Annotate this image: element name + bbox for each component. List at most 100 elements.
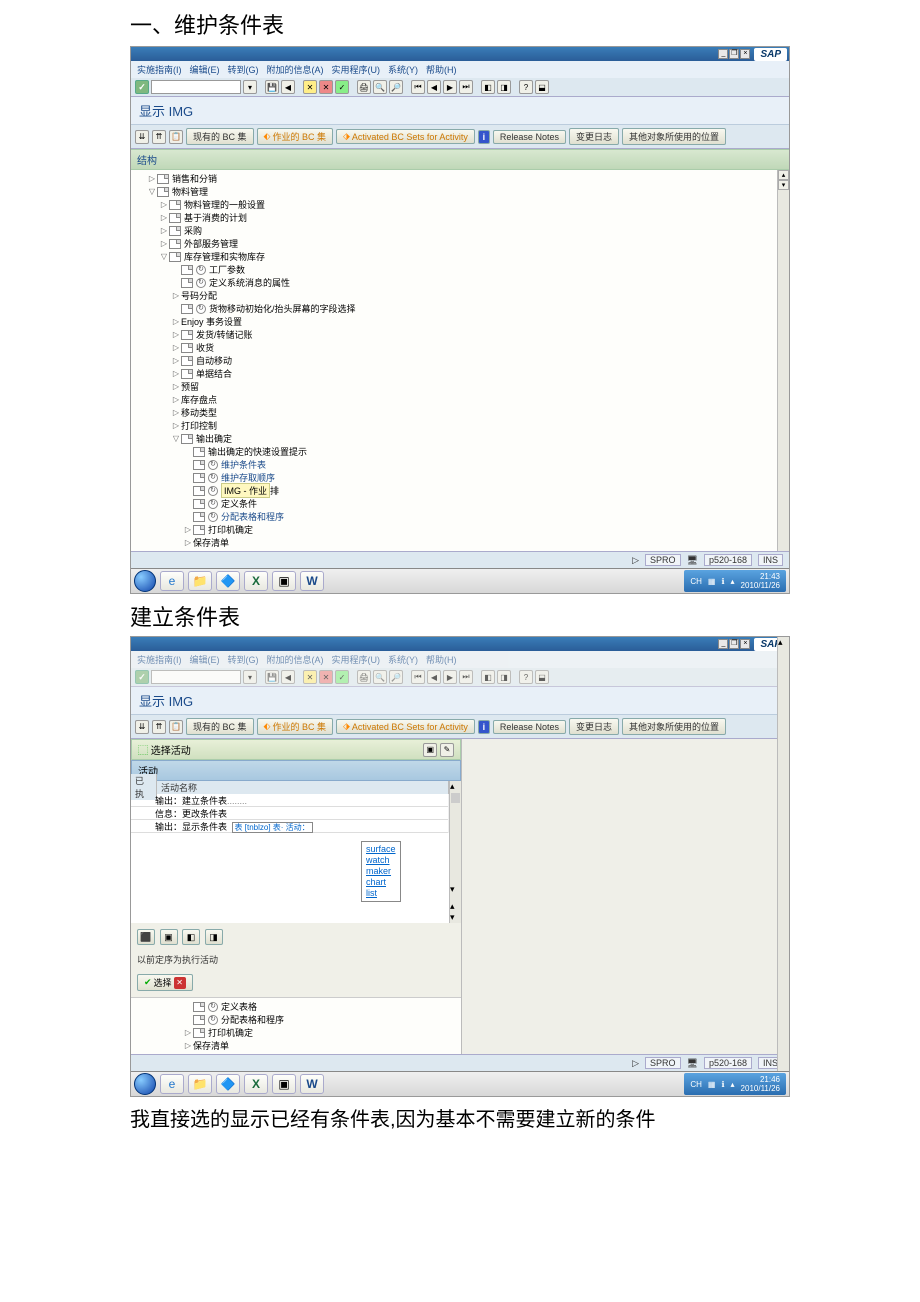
ime-candidate[interactable]: maker (366, 866, 396, 877)
scroll-down2-icon[interactable]: ▾ (450, 912, 461, 923)
scroll-down-icon[interactable]: ▾ (778, 180, 789, 190)
ie-icon[interactable]: e (160, 1074, 184, 1094)
ime-candidate-list[interactable]: surface watch maker chart list (361, 841, 401, 902)
print-icon[interactable]: 🖨 (357, 80, 371, 94)
tree-node[interactable]: ▷库存盘点 (131, 393, 789, 406)
tree-node[interactable]: 输出确定的快速设置提示 (131, 445, 789, 458)
activity-icon[interactable] (196, 265, 206, 275)
close-icon[interactable]: × (740, 49, 750, 59)
other-places-button[interactable]: 其他对象所使用的位置 (622, 718, 726, 735)
menu-impl-guide[interactable]: 实施指南(I) (137, 653, 182, 666)
activity-icon[interactable] (196, 278, 206, 288)
cancel-icon[interactable]: ✕ (319, 670, 333, 684)
back-icon[interactable]: ◀ (281, 80, 295, 94)
grid-scrollbar[interactable]: ▴ ▾ ▴ ▾ (449, 781, 461, 923)
tree-node[interactable]: ▷自动移动 (131, 354, 789, 367)
tree-node[interactable]: ▽输出确定 (131, 432, 789, 445)
tree-node[interactable]: ▽库存管理和实物库存 (131, 250, 789, 263)
start-orb-icon[interactable] (134, 570, 156, 592)
bc-set-activity-button[interactable]: ⬖ 作业的 BC 集 (257, 718, 333, 735)
toggle-icon[interactable]: ▷ (183, 525, 193, 535)
tree-node[interactable]: ▷销售和分销 (131, 172, 789, 185)
activity-grid[interactable]: 已执 活动名称 输出：建立条件表........ 信息：更改条件表 (131, 781, 449, 923)
tree-node[interactable]: ▷采购 (131, 224, 789, 237)
tree-node[interactable]: ▷打印控制 (131, 419, 789, 432)
toggle-icon[interactable] (183, 499, 193, 509)
change-log-button[interactable]: 变更日志 (569, 718, 619, 735)
sap-logon-icon[interactable]: 🔷 (216, 571, 240, 591)
tray-up-icon[interactable]: ▴ (731, 1080, 735, 1089)
activity-icon[interactable] (208, 512, 218, 522)
restore-icon[interactable]: ❐ (729, 639, 739, 649)
minimize-icon[interactable]: _ (718, 639, 728, 649)
help-icon[interactable]: ? (519, 670, 533, 684)
grid-row[interactable]: 信息：更改条件表 (131, 807, 449, 820)
activity-change[interactable]: 信息：更改条件表 (151, 807, 449, 820)
scroll-up-icon[interactable]: ▴ (778, 170, 789, 180)
layout-icon[interactable]: ⬓ (535, 80, 549, 94)
tree-node[interactable]: ▷打印机确定 (131, 523, 789, 536)
tray-icon[interactable]: ▦ (708, 1080, 716, 1089)
dialog-edit-icon[interactable]: ✎ (440, 743, 454, 757)
tree-node[interactable]: 工厂参数 (131, 263, 789, 276)
find-icon[interactable]: 🔍 (373, 80, 387, 94)
exit-icon[interactable]: ✕ (303, 670, 317, 684)
tree-node[interactable]: ▷号码分配 (131, 289, 789, 302)
activity-icon[interactable] (196, 304, 206, 314)
toggle-icon[interactable]: ▷ (171, 356, 181, 366)
toggle-icon[interactable] (183, 486, 193, 496)
img-tree[interactable]: ▷销售和分销▽物料管理▷物料管理的一般设置▷基于消费的计划▷采购▷外部服务管理▽… (131, 170, 789, 551)
ime-candidate[interactable]: watch (366, 855, 396, 866)
toggle-icon[interactable]: ▷ (171, 421, 181, 431)
scroll-down-icon[interactable]: ▾ (450, 884, 461, 895)
word-icon[interactable]: W (300, 571, 324, 591)
save-icon[interactable]: 💾 (265, 80, 279, 94)
toggle-icon[interactable]: ▽ (171, 434, 181, 444)
toggle-icon[interactable]: ▷ (183, 1028, 193, 1038)
start-orb-icon[interactable] (134, 1073, 156, 1095)
shortcut-icon[interactable]: ◨ (497, 670, 511, 684)
lang-indicator[interactable]: CH (690, 577, 702, 586)
toggle-icon[interactable]: ▽ (147, 187, 157, 197)
restore-icon[interactable]: ❐ (729, 49, 739, 59)
menu-edit[interactable]: 编辑(E) (190, 63, 220, 76)
menu-goto[interactable]: 转到(G) (228, 653, 259, 666)
toggle-icon[interactable] (171, 278, 181, 288)
enter-icon[interactable]: ✓ (135, 670, 149, 684)
new-session-icon[interactable]: ◧ (481, 80, 495, 94)
find-icon[interactable]: 🔍 (373, 670, 387, 684)
minimize-icon[interactable]: _ (718, 49, 728, 59)
menu-additional[interactable]: 附加的信息(A) (267, 63, 324, 76)
tree-node[interactable]: ▷Enjoy 事务设置 (131, 315, 789, 328)
toggle-icon[interactable] (183, 1002, 193, 1012)
new-session-icon[interactable]: ◧ (481, 670, 495, 684)
toggle-icon[interactable]: ▽ (159, 252, 169, 262)
word-icon[interactable]: W (300, 1074, 324, 1094)
tree-node[interactable]: ▷预留 (131, 380, 789, 393)
ie-icon[interactable]: e (160, 571, 184, 591)
dialog-resize-icon[interactable]: ▣ (423, 743, 437, 757)
ime-candidate[interactable]: chart (366, 877, 396, 888)
where-used-icon[interactable]: 📋 (169, 720, 183, 734)
activity-icon[interactable] (208, 1002, 218, 1012)
tree-node[interactable]: 分配表格和程序 (131, 510, 789, 523)
toggle-icon[interactable]: ▷ (171, 317, 181, 327)
prev-page-icon[interactable]: ◀ (427, 670, 441, 684)
activity-icon[interactable] (208, 1015, 218, 1025)
grid-row[interactable]: 输出：显示条件表 表 [tnblzo] 表· 活动： (131, 820, 449, 833)
ime-candidate[interactable]: list (366, 888, 396, 899)
menu-impl-guide[interactable]: 实施指南(I) (137, 63, 182, 76)
right-scrollbar[interactable]: ▴ (777, 637, 789, 1071)
scroll-up-icon[interactable]: ▴ (450, 781, 461, 792)
tray-info-icon[interactable]: ℹ (721, 1080, 724, 1089)
menu-utilities[interactable]: 实用程序(U) (332, 63, 381, 76)
tree-node[interactable]: ▽物料管理 (131, 185, 789, 198)
tree-node[interactable]: 维护条件表 (131, 458, 789, 471)
last-page-icon[interactable]: ⏭ (459, 80, 473, 94)
menu-system[interactable]: 系统(Y) (388, 653, 418, 666)
toggle-icon[interactable] (171, 304, 181, 314)
collapse-icon[interactable]: ⇈ (152, 130, 166, 144)
tree-node[interactable]: ▷基于消费的计划 (131, 211, 789, 224)
next-page-icon[interactable]: ▶ (443, 670, 457, 684)
menu-edit[interactable]: 编辑(E) (190, 653, 220, 666)
